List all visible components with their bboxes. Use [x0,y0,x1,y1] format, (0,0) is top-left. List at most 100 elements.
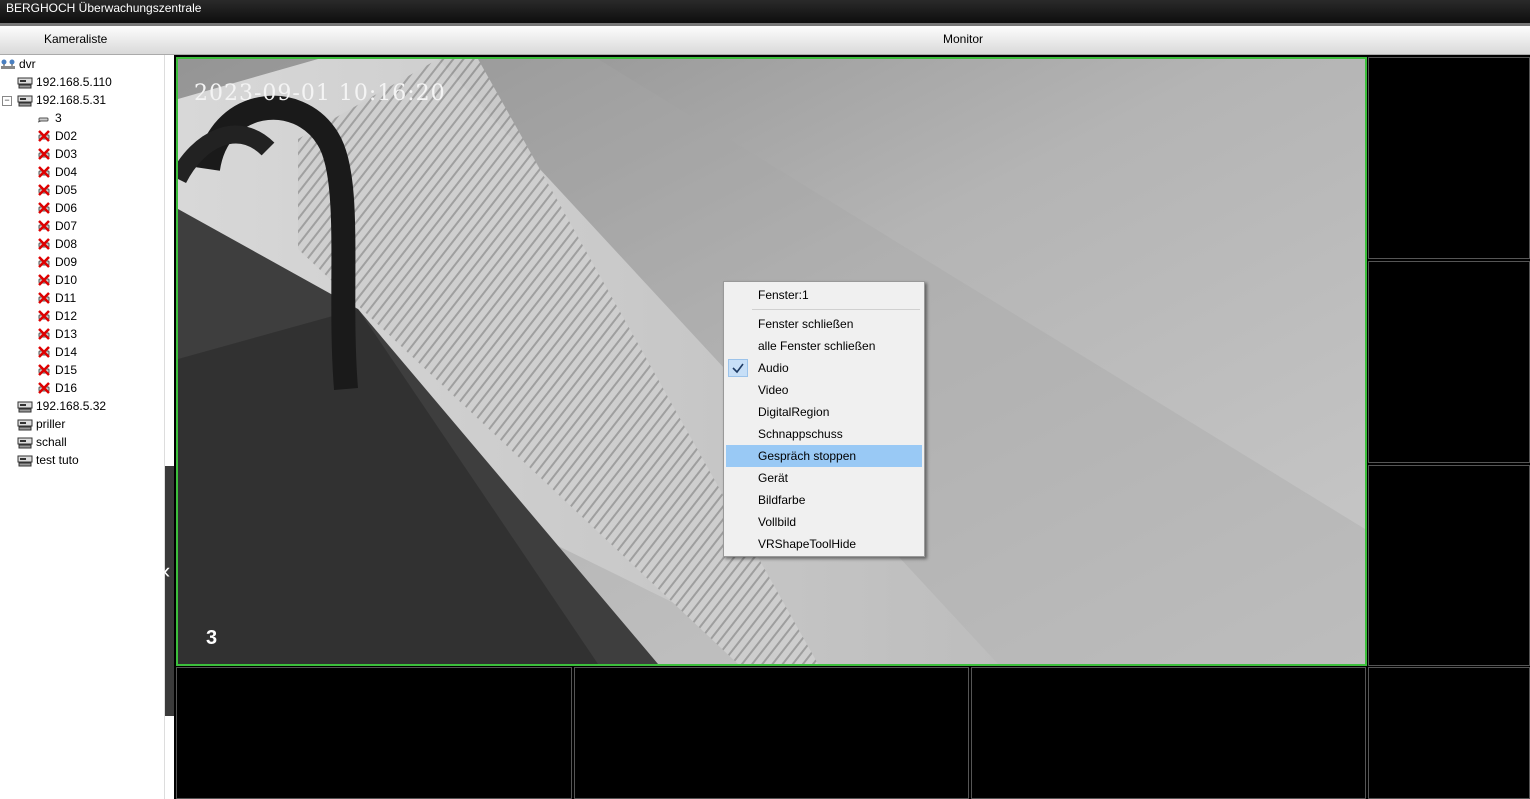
video-cell-4[interactable] [1368,465,1530,666]
camera-offline-icon [38,166,50,178]
camera-offline-icon [38,220,50,232]
tree-item-channel[interactable]: D13 [36,325,77,343]
menu-header-window: Fenster:1 [758,288,809,302]
tree-item-label: D06 [55,201,78,215]
camera-offline-icon [38,202,50,214]
menu-item-close-window[interactable]: Fenster schließen [726,313,922,335]
menu-item-fullscreen[interactable]: Vollbild [726,511,922,533]
tree-item-device[interactable]: 192.168.5.32 [17,397,106,415]
tree-item-channel[interactable]: D09 [36,253,77,271]
tree-item-label: D12 [55,309,78,323]
tree-item-label: D09 [55,255,78,269]
tree-item-device[interactable]: schall [17,433,67,451]
dvr-device-icon [17,455,33,467]
camera-offline-icon [38,148,50,160]
tree-item-label: D02 [55,129,78,143]
tree-item-label: 3 [55,111,62,125]
camera-offline-icon [38,274,50,286]
camera-offline-icon [38,364,50,376]
tree-item-label: D03 [55,147,78,161]
tree-item-channel[interactable]: D02 [36,127,77,145]
menu-separator [752,309,920,310]
tree-item-channel[interactable]: D14 [36,343,77,361]
tree-item-label: D04 [55,165,78,179]
monitor-heading: Monitor [943,32,984,46]
tree-item-channel[interactable]: D07 [36,217,77,235]
tree-item-device[interactable]: 192.168.5.31 [17,91,106,109]
camera-offline-icon [38,256,50,268]
tree-item-label: D10 [55,273,78,287]
section-header: Kameraliste Monitor [0,26,1530,55]
tree-item-label: 192.168.5.31 [36,93,107,107]
video-cell-2[interactable] [1368,57,1530,259]
tree-item-label: D07 [55,219,78,233]
menu-item-vr-shape-tool-hide[interactable]: VRShapeToolHide [726,533,922,555]
camera-offline-icon [38,382,50,394]
video-cell-6[interactable] [574,667,969,799]
camera-offline-icon [38,292,50,304]
tree-item-device[interactable]: test tuto [17,451,79,469]
tree-item-channel[interactable]: D15 [36,361,77,379]
tree-item-label: priller [36,417,66,431]
camera-offline-icon [38,310,50,322]
camera-tree: dvr 192.168.5.110 − 192.168.5.31 3 D02 D… [0,55,164,799]
window-title: BERGHOCH Überwachungszentrale [6,1,202,15]
tree-item-label: test tuto [36,453,79,467]
network-group-icon [1,59,15,69]
camera-list-heading: Kameraliste [44,32,108,46]
tree-item-label: D16 [55,381,78,395]
dvr-device-icon [17,95,33,107]
tree-item-label: 192.168.5.110 [36,75,112,89]
tree-item-label: D08 [55,237,78,251]
channel-number: 3 [206,627,218,649]
tree-item-channel[interactable]: D10 [36,271,77,289]
camera-offline-icon [38,130,50,142]
camera-online-icon [37,117,49,123]
video-timestamp: 2023-09-01 10:16:20 [194,81,446,106]
tree-item-label: schall [36,435,67,449]
dvr-device-icon [17,437,33,449]
context-menu: Fenster:1 Fenster schließen alle Fenster… [723,281,925,557]
video-cell-3[interactable] [1368,261,1530,463]
tree-item-label: D13 [55,327,78,341]
title-bar: BERGHOCH Überwachungszentrale [0,0,1530,26]
menu-item-image-color[interactable]: Bildfarbe [726,489,922,511]
video-cell-8[interactable] [1368,667,1530,799]
camera-offline-icon [38,346,50,358]
tree-item-label: D14 [55,345,78,359]
dvr-device-icon [17,77,33,89]
camera-offline-icon [38,238,50,250]
tree-item-channel[interactable]: D12 [36,307,77,325]
tree-item-channel[interactable]: D06 [36,199,77,217]
chevron-left-icon[interactable]: ‹ [163,558,170,584]
collapse-toggle[interactable]: − [2,96,12,106]
dvr-device-icon [17,419,33,431]
tree-item-channel[interactable]: D03 [36,145,77,163]
tree-item-device[interactable]: 192.168.5.110 [17,73,112,91]
menu-item-digital-region[interactable]: DigitalRegion [726,401,922,423]
tree-item-label: D15 [55,363,78,377]
tree-item-label: D05 [55,183,78,197]
tree-item-device[interactable]: priller [17,415,65,433]
video-cell-5[interactable] [176,667,572,799]
video-cell-7[interactable] [971,667,1366,799]
camera-offline-icon [38,328,50,340]
tree-item-label: 192.168.5.32 [36,399,107,413]
tree-item-channel[interactable]: 3 [36,109,62,127]
tree-item-label: dvr [19,57,36,71]
dvr-device-icon [17,401,33,413]
tree-item-channel[interactable]: D16 [36,379,77,397]
checkmark-icon [728,359,748,377]
tree-item-channel[interactable]: D08 [36,235,77,253]
tree-item-channel[interactable]: D04 [36,163,77,181]
menu-item-close-all-windows[interactable]: alle Fenster schließen [726,335,922,357]
menu-item-audio[interactable]: Audio [726,357,922,379]
menu-item-video[interactable]: Video [726,379,922,401]
tree-item-channel[interactable]: D11 [36,289,76,307]
tree-item-dvr[interactable]: dvr [0,55,36,73]
tree-item-channel[interactable]: D05 [36,181,77,199]
menu-item-device[interactable]: Gerät [726,467,922,489]
menu-item-stop-talk[interactable]: Gespräch stoppen [726,445,922,467]
menu-item-snapshot[interactable]: Schnappschuss [726,423,922,445]
tree-item-label: D11 [55,291,77,305]
